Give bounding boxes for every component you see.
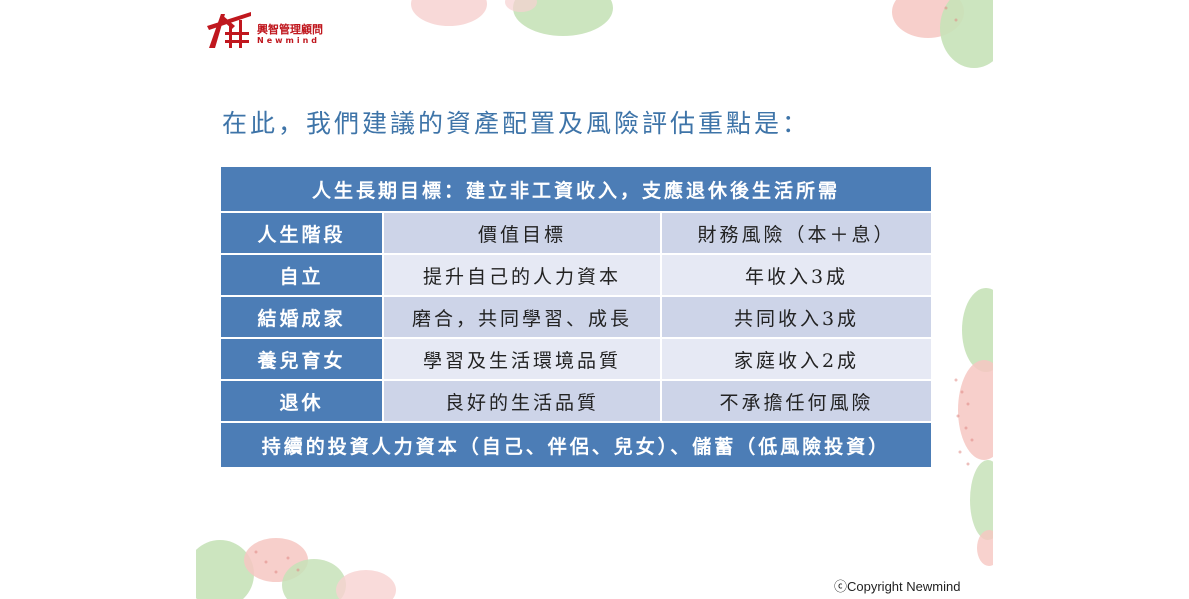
row-goal: 磨合，共同學習、成長 [382,295,662,339]
company-logo: 興智管理顧問 Newmind [205,8,335,52]
table-footer-row: 持續的投資人力資本（自己、伴侶、兒女）、儲蓄（低風險投資） [219,421,933,469]
table-row: 結婚成家 磨合，共同學習、成長 共同收入3成 [219,295,933,339]
row-stage: 養兒育女 [219,337,384,381]
table-header-row: 人生階段 價值目標 財務風險（本＋息） [219,211,933,255]
table-row: 退休 良好的生活品質 不承擔任何風險 [219,379,933,423]
page-heading: 在此，我們建議的資產配置及風險評估重點是： [222,109,811,138]
logo-chinese-name: 興智管理顧問 [257,23,323,36]
logo-english-name: Newmind [257,36,321,45]
row-risk: 年收入3成 [660,253,933,297]
row-goal: 良好的生活品質 [382,379,662,423]
table-row: 自立 提升自己的人力資本 年收入3成 [219,253,933,297]
row-stage: 結婚成家 [219,295,384,339]
row-risk: 共同收入3成 [660,295,933,339]
table-row: 養兒育女 學習及生活環境品質 家庭收入2成 [219,337,933,381]
header-goal: 價值目標 [382,211,662,255]
life-stage-table: 人生長期目標：建立非工資收入，支應退休後生活所需 人生階段 價值目標 財務風險（… [219,165,933,469]
header-risk: 財務風險（本＋息） [660,211,933,255]
table-footer: 持續的投資人力資本（自己、伴侶、兒女）、儲蓄（低風險投資） [219,421,933,469]
table-banner-row: 人生長期目標：建立非工資收入，支應退休後生活所需 [219,165,933,213]
row-stage: 自立 [219,253,384,297]
row-risk: 家庭收入2成 [660,337,933,381]
copyright-notice: ⓒCopyright Newmind [834,579,961,594]
newmind-logo-icon [207,12,251,48]
row-goal: 學習及生活環境品質 [382,337,662,381]
row-goal: 提升自己的人力資本 [382,253,662,297]
row-stage: 退休 [219,379,384,423]
row-risk: 不承擔任何風險 [660,379,933,423]
table-banner: 人生長期目標：建立非工資收入，支應退休後生活所需 [219,165,933,213]
header-stage: 人生階段 [219,211,384,255]
